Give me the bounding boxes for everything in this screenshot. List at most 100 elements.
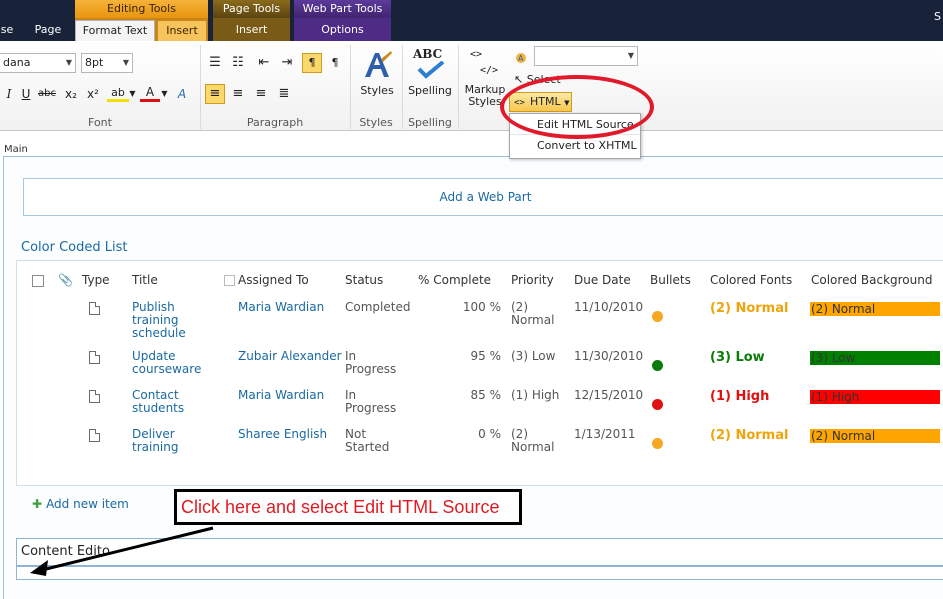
decrease-indent-icon[interactable]: ⇤ xyxy=(254,53,274,73)
priority-line: (3) Low xyxy=(511,349,556,363)
priority-value: (2) Normal xyxy=(511,301,554,327)
content-editor-body[interactable] xyxy=(16,566,943,580)
font-family-value: dana xyxy=(3,56,31,69)
filter-checkbox[interactable] xyxy=(224,275,235,286)
column-header-assigned-to[interactable]: Assigned To xyxy=(238,273,309,287)
assigned-to-link[interactable]: Zubair Alexander xyxy=(238,350,342,363)
subscript-button[interactable]: x₂ xyxy=(61,85,81,103)
colored-font-value: (2) Normal xyxy=(710,428,789,443)
tab-insert-editing[interactable]: Insert xyxy=(157,20,207,41)
column-header-type[interactable]: Type xyxy=(82,273,110,287)
add-new-item-link[interactable]: ✚ Add new item xyxy=(32,497,129,511)
percent-complete-value: 100 % xyxy=(462,300,501,314)
styles-group-label: Styles xyxy=(359,116,393,129)
assigned-to-link[interactable]: Maria Wardian xyxy=(238,301,324,314)
italic-button[interactable]: I xyxy=(0,85,18,103)
chevron-down-icon: ▼ xyxy=(65,58,72,67)
percent-complete-value: 95 % xyxy=(470,349,502,363)
add-new-item-label: Add new item xyxy=(46,497,129,511)
assigned-to-link[interactable]: Sharee English xyxy=(238,428,327,441)
column-header-status[interactable]: Status xyxy=(345,273,383,287)
priority-line: (1) High xyxy=(511,388,560,402)
status-line: Started xyxy=(345,440,390,454)
column-header-colored-fonts[interactable]: Colored Fonts xyxy=(710,273,792,287)
status-value: Completed xyxy=(345,301,410,314)
clear-format-button[interactable]: A xyxy=(172,85,192,103)
colored-background-value: (2) Normal xyxy=(810,302,940,316)
assigned-to-link[interactable]: Maria Wardian xyxy=(238,389,324,402)
content-editor-title[interactable]: Content Edito xyxy=(16,538,943,566)
language-icon[interactable]: A xyxy=(514,49,530,65)
title-line: schedule xyxy=(132,326,186,340)
status-value: In Progress xyxy=(345,350,396,376)
select-all-checkbox[interactable] xyxy=(32,275,44,287)
language-select[interactable]: ▼ xyxy=(534,46,638,66)
add-web-part-button[interactable]: Add a Web Part xyxy=(23,178,943,216)
justify-icon[interactable]: ≣ xyxy=(274,84,294,104)
status-bullet-icon xyxy=(652,311,663,322)
strikethrough-button[interactable]: abc xyxy=(35,85,59,103)
spelling-icon[interactable]: ABC xyxy=(413,47,447,81)
styles-button[interactable]: Styles xyxy=(356,84,398,97)
document-icon xyxy=(89,390,100,403)
font-group-label: Font xyxy=(88,116,112,129)
align-left-icon[interactable]: ≡ xyxy=(205,84,225,104)
font-size-select[interactable]: 8pt ▼ xyxy=(81,53,133,73)
styles-icon[interactable] xyxy=(361,49,393,81)
item-title-link[interactable]: Publish training schedule xyxy=(132,301,217,340)
priority-line: Normal xyxy=(511,440,555,454)
align-right-icon[interactable]: ≡ xyxy=(251,84,271,104)
group-separator xyxy=(458,45,459,129)
column-header-bullets[interactable]: Bullets xyxy=(650,273,691,287)
web-part-title[interactable]: Color Coded List xyxy=(21,240,127,255)
ltr-paragraph-icon[interactable]: ¶ xyxy=(302,53,322,73)
status-bullet-icon xyxy=(652,438,663,449)
markup-styles-icon[interactable]: <> </> xyxy=(470,49,500,83)
priority-value: (2) Normal xyxy=(511,428,554,454)
user-menu[interactable]: S xyxy=(934,10,941,23)
column-header-due-date[interactable]: Due Date xyxy=(574,273,631,287)
font-color-button[interactable]: A xyxy=(140,85,160,102)
column-header-complete[interactable]: % Complete xyxy=(418,273,491,287)
numbered-list-icon[interactable]: ☷ xyxy=(228,53,248,73)
colored-background-value: (3) Low xyxy=(810,351,940,365)
underline-button[interactable]: U xyxy=(17,85,35,103)
column-header-colored-background[interactable]: Colored Background xyxy=(811,273,932,287)
tab-insert-page[interactable]: Insert xyxy=(213,20,290,41)
status-line: Progress xyxy=(345,362,397,376)
highlight-color-button[interactable]: ab xyxy=(107,85,129,102)
column-header-priority[interactable]: Priority xyxy=(511,273,554,287)
status-value: In Progress xyxy=(345,389,396,415)
priority-value: (3) Low xyxy=(511,350,555,363)
rtl-paragraph-icon[interactable]: ¶ xyxy=(325,53,345,73)
tab-page[interactable]: Page xyxy=(26,20,70,41)
item-title-link[interactable]: Update courseware xyxy=(132,350,217,376)
font-size-value: 8pt xyxy=(85,56,104,69)
priority-value: (1) High xyxy=(511,389,559,402)
font-family-select[interactable]: dana ▼ xyxy=(0,53,76,73)
increase-indent-icon[interactable]: ⇥ xyxy=(277,53,297,73)
tab-browse[interactable]: se xyxy=(0,20,14,41)
attachment-icon[interactable]: 📎 xyxy=(58,273,73,287)
column-header-title[interactable]: Title xyxy=(132,273,158,287)
bullet-list-icon[interactable]: ☰ xyxy=(205,53,225,73)
spelling-button[interactable]: Spelling xyxy=(406,84,454,97)
tab-options[interactable]: Options xyxy=(294,20,391,41)
colored-background-value: (2) Normal xyxy=(810,429,940,443)
align-center-icon[interactable]: ≡ xyxy=(228,84,248,104)
markup-icon-bottom: </> xyxy=(480,65,499,76)
chevron-down-icon: ▼ xyxy=(122,58,129,67)
title-line: training xyxy=(132,440,179,454)
chevron-down-icon[interactable]: ▼ xyxy=(160,85,169,103)
item-title-link[interactable]: Contact students xyxy=(132,389,217,415)
chevron-down-icon[interactable]: ▼ xyxy=(128,85,137,103)
superscript-button[interactable]: x² xyxy=(83,85,103,103)
item-title-link[interactable]: Deliver training xyxy=(132,428,217,454)
ribbon: dana ▼ 8pt ▼ I U abc x₂ x² ab ▼ A ▼ A Fo… xyxy=(0,41,943,131)
paragraph-group-label: Paragraph xyxy=(246,116,304,129)
tab-format-text[interactable]: Format Text xyxy=(75,20,155,41)
colored-font-value: (3) Low xyxy=(710,350,765,365)
priority-line: Normal xyxy=(511,313,555,327)
due-date-value: 12/15/2010 xyxy=(574,388,644,402)
chevron-down-icon: ▼ xyxy=(627,51,634,60)
